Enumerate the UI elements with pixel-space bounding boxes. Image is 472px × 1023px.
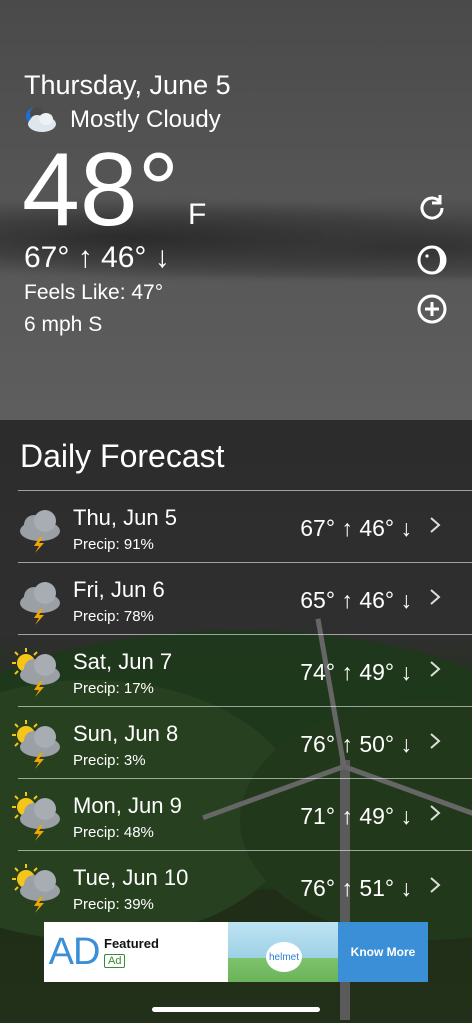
ad-logo: AD xyxy=(48,930,101,973)
forecast-temps: 65° ↑ 46° ↓ xyxy=(300,587,412,613)
refresh-button[interactable] xyxy=(414,190,450,226)
forecast-row[interactable]: Mon, Jun 9 Precip: 48% 71° ↑ 49° ↓ xyxy=(0,779,472,851)
forecast-day: Fri, Jun 6 xyxy=(73,577,165,602)
know-more-button[interactable]: Know More xyxy=(338,922,428,982)
chevron-right-icon xyxy=(430,517,441,533)
forecast-temps: 76° ↑ 51° ↓ xyxy=(300,875,412,901)
ad-image: helmet xyxy=(228,922,338,982)
forecast-temps: 74° ↑ 49° ↓ xyxy=(300,659,412,685)
forecast-day: Sat, Jun 7 xyxy=(73,649,173,674)
wind-speed: 6 mph S xyxy=(24,313,103,336)
chevron-right-icon xyxy=(430,589,441,605)
sun-thunderstorm-icon xyxy=(10,647,64,697)
add-location-icon xyxy=(417,294,447,324)
chevron-right-icon xyxy=(430,805,441,821)
chevron-right-icon xyxy=(430,733,441,749)
forecast-row[interactable]: Thu, Jun 5 Precip: 91% 67° ↑ 46° ↓ xyxy=(0,491,472,563)
forecast-precip: Precip: 48% xyxy=(73,824,154,841)
chevron-right-icon xyxy=(430,661,441,677)
forecast-row[interactable]: Fri, Jun 6 Precip: 78% 65° ↑ 46° ↓ xyxy=(0,563,472,635)
ad-banner[interactable]: AD Featured Ad helmet Know More xyxy=(44,922,428,982)
current-date: Thursday, June 5 xyxy=(24,70,231,100)
chevron-right-icon xyxy=(430,877,441,893)
moon-phase-icon xyxy=(417,245,447,275)
forecast-precip: Precip: 78% xyxy=(73,608,154,625)
home-indicator[interactable] xyxy=(152,1007,320,1012)
forecast-row[interactable]: Sat, Jun 7 Precip: 17% 74° ↑ 49° ↓ xyxy=(0,635,472,707)
forecast-precip: Precip: 39% xyxy=(73,896,154,913)
forecast-day: Mon, Jun 9 xyxy=(73,793,182,818)
thunderstorm-icon xyxy=(10,575,64,625)
high-low-temps: 67° ↑ 46° ↓ xyxy=(24,241,170,274)
feels-like: Feels Like: 47° xyxy=(24,281,164,304)
daily-forecast-title: Daily Forecast xyxy=(20,438,225,474)
sun-thunderstorm-icon xyxy=(10,791,64,841)
forecast-row[interactable]: Tue, Jun 10 Precip: 39% 76° ↑ 51° ↓ xyxy=(0,851,472,923)
forecast-precip: Precip: 91% xyxy=(73,536,154,553)
thunderstorm-icon xyxy=(10,503,64,553)
condition-text: Mostly Cloudy xyxy=(70,106,221,133)
partly-cloudy-night-icon xyxy=(26,107,56,132)
current-temperature: 48° xyxy=(22,132,180,248)
forecast-temps: 67° ↑ 46° ↓ xyxy=(300,515,412,541)
current-condition: Mostly Cloudy xyxy=(24,106,221,134)
forecast-day: Sun, Jun 8 xyxy=(73,721,179,746)
forecast-temps: 71° ↑ 49° ↓ xyxy=(300,803,412,829)
ad-image-text: helmet xyxy=(266,942,302,972)
forecast-precip: Precip: 17% xyxy=(73,680,154,697)
forecast-temps: 76° ↑ 50° ↓ xyxy=(300,731,412,757)
forecast-day: Thu, Jun 5 xyxy=(73,505,177,530)
current-conditions-panel: Thursday, June 5 Mostly Cloudy 48° F 67°… xyxy=(0,0,472,420)
sun-thunderstorm-icon xyxy=(10,863,64,913)
forecast-row[interactable]: Sun, Jun 8 Precip: 3% 76° ↑ 50° ↓ xyxy=(0,707,472,779)
forecast-precip: Precip: 3% xyxy=(73,752,146,769)
refresh-icon xyxy=(420,195,444,220)
moon-phase-button[interactable] xyxy=(414,242,450,278)
add-location-button[interactable] xyxy=(414,291,450,327)
temperature-unit: F xyxy=(188,198,207,231)
ad-badge: Ad xyxy=(104,954,126,968)
ad-featured-label: Featured xyxy=(104,936,159,951)
sun-thunderstorm-icon xyxy=(10,719,64,769)
forecast-day: Tue, Jun 10 xyxy=(73,865,189,890)
